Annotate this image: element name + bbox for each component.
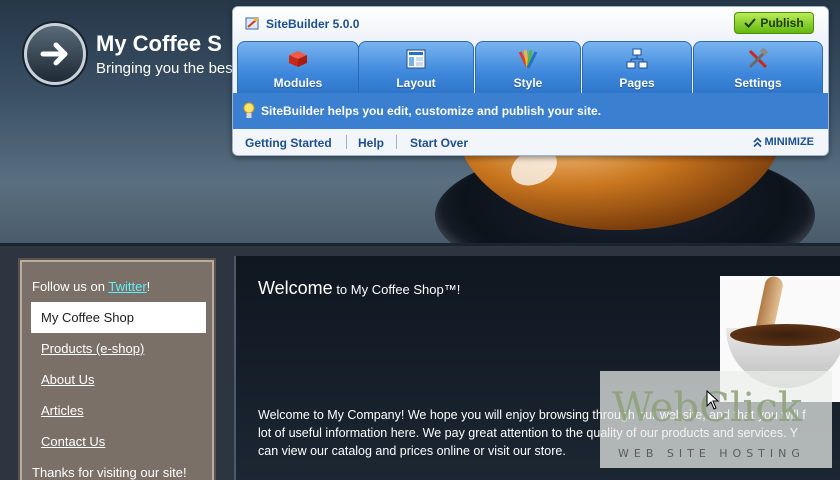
publish-button[interactable]: Publish (734, 12, 814, 34)
sitebuilder-logo-icon (245, 17, 259, 30)
sitebuilder-titlebar: SiteBuilder 5.0.0 Publish (233, 7, 828, 41)
tab-pages-label: Pages (619, 76, 655, 90)
tab-modules[interactable]: Modules (237, 41, 359, 93)
sitebuilder-info-text: SiteBuilder helps you edit, customize an… (261, 104, 602, 118)
sitebuilder-title-text: SiteBuilder 5.0.0 (266, 16, 360, 31)
link-separator (346, 135, 347, 149)
welcome-heading-big: Welcome (258, 278, 333, 298)
chevron-double-up-icon (752, 136, 762, 147)
sitebuilder-title: SiteBuilder 5.0.0 (245, 16, 359, 31)
tab-settings[interactable]: Settings (693, 41, 823, 93)
publish-label: Publish (760, 16, 804, 30)
welcome-heading-small: to My Coffee Shop™! (332, 282, 461, 297)
site-logo-icon[interactable] (24, 23, 86, 85)
tab-modules-label: Modules (273, 76, 323, 90)
sitebuilder-info-bar: SiteBuilder helps you edit, customize an… (233, 93, 828, 129)
minimize-button[interactable]: MINIMIZE (752, 136, 815, 148)
sitebuilder-links: Getting Started Help Start Over MINIMIZE (233, 129, 828, 155)
twitter-link[interactable]: Twitter (108, 279, 146, 294)
sitebuilder-panel: SiteBuilder 5.0.0 Publish Modules Layout… (232, 6, 829, 156)
help-link[interactable]: Help (358, 136, 384, 150)
nav-item-contact-us[interactable]: Contact Us (41, 434, 105, 449)
style-icon (518, 49, 538, 69)
checkmark-icon (744, 18, 757, 28)
coffee-surface (730, 324, 840, 346)
sidebar: Follow us on Twitter! My Coffee Shop Pro… (18, 258, 216, 480)
lightbulb-icon (243, 102, 255, 118)
follow-prefix: Follow us on (32, 279, 109, 294)
site-tagline: Bringing you the bes (96, 60, 233, 77)
tab-pages[interactable]: Pages (582, 41, 692, 93)
layout-icon (406, 49, 426, 69)
tab-style-label: Style (513, 76, 543, 90)
nav-item-my-coffee-shop[interactable]: My Coffee Shop (31, 302, 206, 333)
nav-item-products[interactable]: Products (e-shop) (41, 341, 144, 356)
settings-icon (748, 47, 769, 69)
thanks-text: Thanks for visiting our site! (32, 465, 187, 480)
tab-style[interactable]: Style (475, 41, 581, 93)
site-title: My Coffee S (96, 31, 222, 56)
tab-layout[interactable]: Layout (358, 41, 474, 93)
welcome-heading: Welcome to My Coffee Shop™! (258, 278, 460, 299)
minimize-label: MINIMIZE (764, 136, 815, 148)
follow-suffix: ! (146, 279, 151, 294)
nav-item-about-us[interactable]: About Us (41, 372, 94, 387)
follow-us-text: Follow us on Twitter! (32, 279, 150, 294)
tab-settings-label: Settings (734, 76, 782, 90)
modules-icon (289, 51, 307, 67)
nav-item-articles[interactable]: Articles (41, 403, 84, 418)
mouse-cursor-icon (706, 390, 720, 410)
pages-icon (626, 48, 648, 69)
watermark-subtitle: WEB SITE HOSTING (618, 447, 805, 460)
webclick-watermark: WebClick WEB SITE HOSTING (600, 371, 832, 468)
tab-layout-label: Layout (396, 76, 436, 90)
link-separator (396, 135, 397, 149)
start-over-link[interactable]: Start Over (410, 136, 468, 150)
arrow-right-icon (40, 42, 68, 66)
sitebuilder-tabs: Modules Layout Style Pages Settings (233, 41, 828, 93)
getting-started-link[interactable]: Getting Started (245, 136, 332, 150)
